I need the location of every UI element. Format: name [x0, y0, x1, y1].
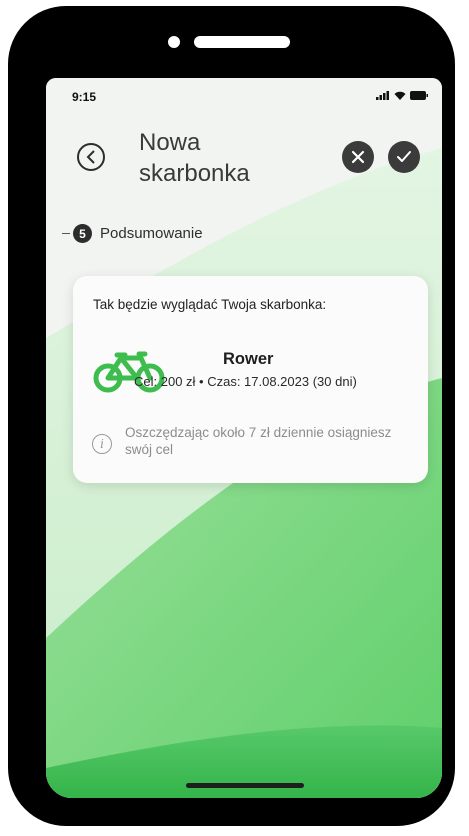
confirm-button[interactable] — [388, 141, 420, 173]
speaker-slot — [194, 36, 290, 48]
back-button[interactable] — [77, 143, 105, 171]
close-button[interactable] — [342, 141, 374, 173]
battery-icon — [410, 91, 428, 100]
page-title-line2: skarbonka — [139, 160, 250, 187]
chevron-left-icon — [86, 150, 95, 164]
summary-card: Tak będzie wyglądać Twoja skarbonka: Row… — [73, 276, 428, 483]
step-connector — [62, 233, 70, 234]
app-screen: 9:15 Nowa skarbonka 5 Podsumowanie Tak b… — [46, 78, 442, 798]
goal-name: Rower — [223, 350, 274, 368]
checkmark-icon — [397, 151, 411, 162]
step-label: Podsumowanie — [100, 225, 203, 242]
wifi-icon — [394, 91, 406, 100]
status-bar: 9:15 — [46, 78, 442, 112]
status-time: 9:15 — [72, 90, 97, 104]
info-icon: i — [92, 434, 112, 454]
page-title: Nowa skarbonka — [139, 127, 319, 189]
page-title-line1: Nowa — [139, 129, 201, 156]
status-icons — [376, 91, 428, 100]
summary-intro: Tak będzie wyglądać Twoja skarbonka: — [93, 297, 327, 312]
home-indicator[interactable] — [186, 783, 304, 788]
info-text: Oszczędzając około 7 zł dziennie osiągni… — [125, 425, 392, 457]
goal-details: Cel: 200 zł • Czas: 17.08.2023 (30 dni) — [134, 374, 357, 389]
close-icon — [351, 150, 365, 164]
phone-frame: 9:15 Nowa skarbonka 5 Podsumowanie Tak b… — [8, 6, 455, 826]
signal-icon — [376, 91, 389, 100]
step-number-badge: 5 — [73, 224, 92, 243]
camera-dot — [168, 36, 180, 48]
